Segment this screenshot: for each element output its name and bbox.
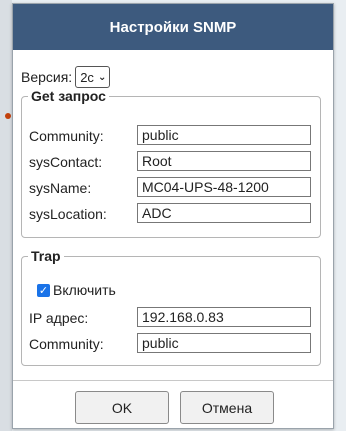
syscontact-label: sysContact:: [29, 154, 103, 170]
version-select[interactable]: 2c ⌄: [75, 66, 111, 88]
trap-enable-label: Включить: [53, 282, 116, 298]
version-label: Версия:: [21, 69, 73, 85]
community-input[interactable]: public: [137, 125, 311, 145]
trap-ip-input[interactable]: 192.168.0.83: [137, 307, 311, 327]
syslocation-label: sysLocation:: [29, 206, 107, 222]
background-strip: [0, 0, 12, 431]
trap-community-label: Community:: [29, 336, 104, 352]
trap-legend: Trap: [31, 248, 61, 264]
dialog-title: Настройки SNMP: [13, 4, 333, 50]
community-label: Community:: [29, 128, 104, 144]
snmp-settings-dialog: Настройки SNMP Версия: 2c ⌄ Get запрос C…: [12, 3, 334, 429]
syscontact-input[interactable]: Root: [137, 151, 311, 171]
version-selected-value: 2c: [80, 69, 94, 85]
ok-button[interactable]: OK: [75, 391, 169, 424]
checkbox-checked-icon[interactable]: ✓: [37, 283, 50, 297]
trap-ip-label: IP адрес:: [29, 310, 89, 326]
footer-divider: [13, 380, 333, 381]
sysname-label: sysName:: [29, 180, 92, 196]
sysname-input[interactable]: MC04-UPS-48-1200: [137, 177, 311, 197]
get-request-legend: Get запрос: [31, 88, 106, 104]
background-marker: [5, 113, 11, 119]
trap-enable-row[interactable]: ✓ Включить: [37, 282, 116, 298]
syslocation-input[interactable]: ADC: [137, 203, 311, 223]
trap-community-input[interactable]: public: [137, 333, 311, 353]
chevron-down-icon: ⌄: [97, 71, 107, 83]
version-row: Версия: 2c ⌄: [21, 66, 111, 88]
cancel-button[interactable]: Отмена: [180, 391, 274, 424]
